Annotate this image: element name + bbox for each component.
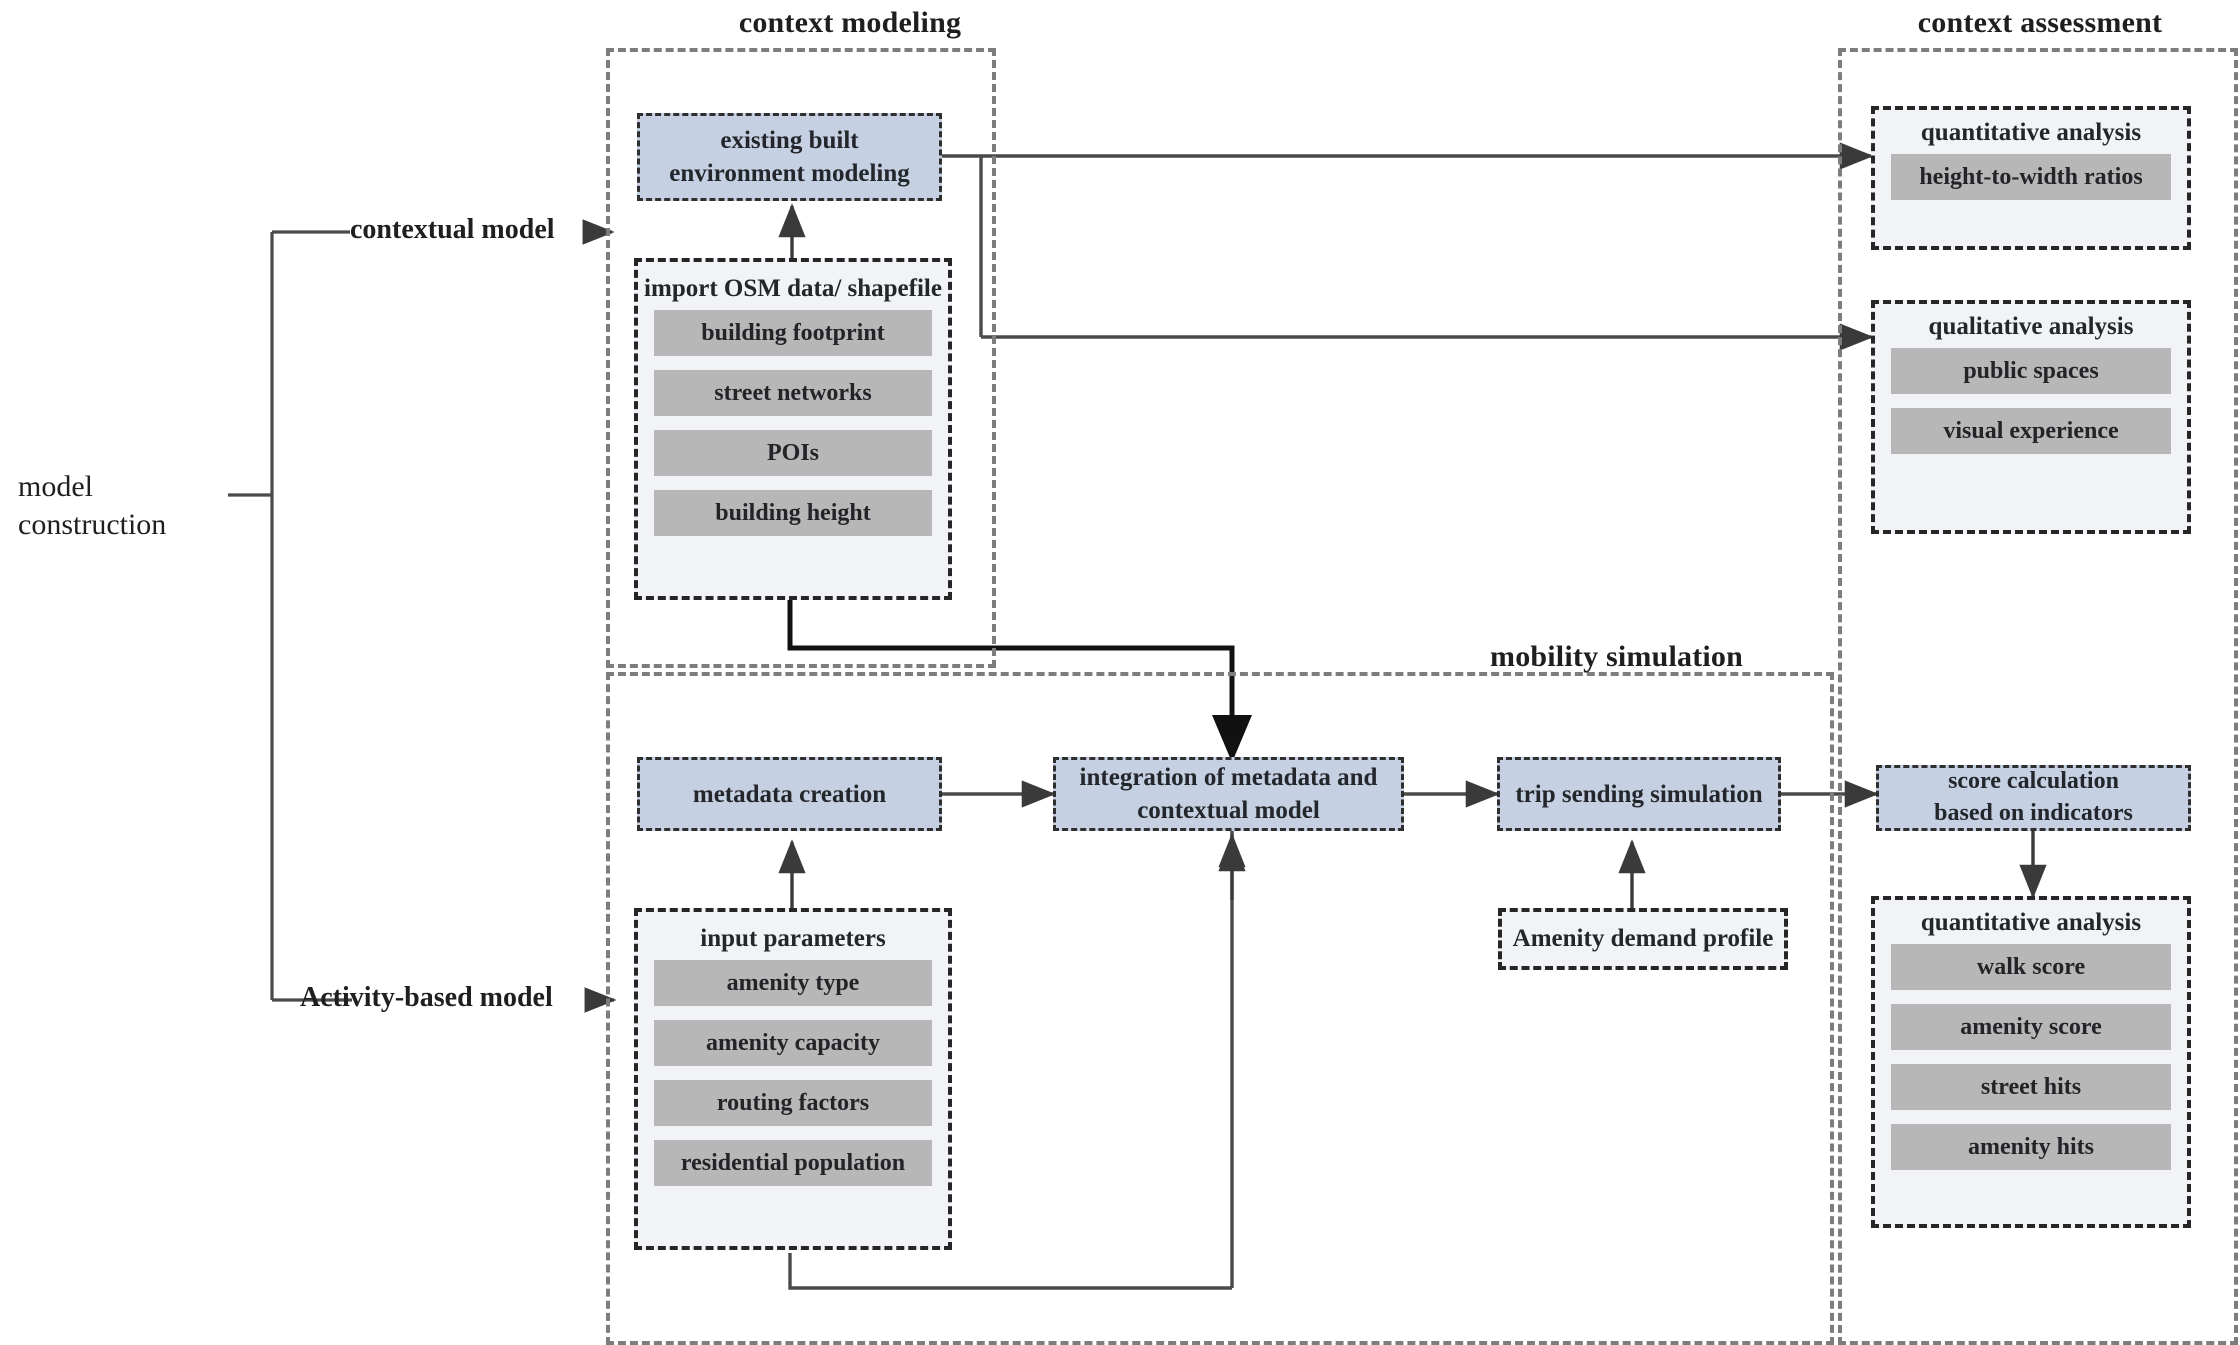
node-integration-line2: contextual model [1137, 797, 1320, 824]
branch-label-activity-based-model: Activity-based model [300, 982, 553, 1013]
panel-quantitative-analysis-context[interactable]: quantitative analysis height-to-width ra… [1871, 106, 2191, 250]
panel-item-amenity-hits[interactable]: amenity hits [1891, 1124, 2171, 1170]
node-existing-built-environment-modeling[interactable]: existing built environment modeling [637, 113, 942, 201]
panel-item-street-hits[interactable]: street hits [1891, 1064, 2171, 1110]
node-integration-of-metadata-and-contextual-model[interactable]: integration of metadata and contextual m… [1053, 757, 1404, 831]
diagram-canvas: context modeling context assessment mobi… [0, 0, 2240, 1345]
node-existing-built-line2: environment modeling [669, 160, 910, 187]
connector-context-to-assessment [942, 142, 1874, 351]
panel-item-walk-score[interactable]: walk score [1891, 944, 2171, 990]
panel-item-height-to-width-ratios[interactable]: height-to-width ratios [1891, 154, 2171, 200]
node-trip-sending-simulation[interactable]: trip sending simulation [1497, 757, 1781, 831]
panel-item-building-footprint[interactable]: building footprint [654, 310, 932, 356]
panel-title-input-parameters: input parameters [700, 925, 886, 952]
panel-title-quantitative-analysis-mobility: quantitative analysis [1920, 909, 2142, 936]
panel-item-routing-factors[interactable]: routing factors [654, 1080, 932, 1126]
node-score-calculation-line1: score calculation [1948, 768, 2119, 795]
panel-item-building-height[interactable]: building height [654, 490, 932, 536]
panel-title-quantitative-analysis-context: quantitative analysis [1920, 119, 2142, 146]
panel-item-amenity-type[interactable]: amenity type [654, 960, 932, 1006]
root-label-line1: model [18, 470, 93, 503]
panel-import-osm-data[interactable]: import OSM data/ shapefile building foot… [634, 258, 952, 600]
node-existing-built-line1: existing built [720, 127, 859, 154]
panel-title-import-osm-data: import OSM data/ shapefile [644, 275, 942, 302]
panel-item-amenity-score[interactable]: amenity score [1891, 1004, 2171, 1050]
panel-amenity-demand-profile[interactable]: Amenity demand profile [1498, 908, 1788, 970]
panel-quantitative-analysis-mobility[interactable]: quantitative analysis walk score amenity… [1871, 896, 2191, 1228]
panel-qualitative-analysis-context[interactable]: qualitative analysis public spaces visua… [1871, 300, 2191, 534]
panel-item-street-networks[interactable]: street networks [654, 370, 932, 416]
root-label-model-construction: model construction [18, 468, 166, 545]
group-title-mobility-simulation: mobility simulation [1490, 640, 1743, 673]
panel-item-visual-experience[interactable]: visual experience [1891, 408, 2171, 454]
group-title-context-assessment: context assessment [1917, 6, 2163, 39]
group-title-context-modeling: context modeling [738, 6, 962, 39]
node-score-calculation-based-on-indicators[interactable]: score calculation based on indicators [1876, 765, 2191, 831]
panel-title-amenity-demand-profile: Amenity demand profile [1512, 925, 1774, 952]
node-metadata-creation[interactable]: metadata creation [637, 757, 942, 831]
node-integration-line1: integration of metadata and [1079, 764, 1378, 791]
panel-item-residential-population[interactable]: residential population [654, 1140, 932, 1186]
node-metadata-creation-label: metadata creation [692, 780, 887, 808]
node-trip-sending-simulation-label: trip sending simulation [1515, 780, 1763, 808]
panel-item-public-spaces[interactable]: public spaces [1891, 348, 2171, 394]
panel-item-pois[interactable]: POIs [654, 430, 932, 476]
node-score-calculation-line2: based on indicators [1934, 800, 2133, 826]
panel-item-amenity-capacity[interactable]: amenity capacity [654, 1020, 932, 1066]
root-label-line2: construction [18, 508, 167, 542]
bracket-model-construction [228, 230, 352, 1002]
branch-label-contextual-model: contextual model [350, 214, 555, 245]
panel-input-parameters[interactable]: input parameters amenity type amenity ca… [634, 908, 952, 1250]
panel-title-qualitative-analysis-context: qualitative analysis [1928, 313, 2134, 340]
